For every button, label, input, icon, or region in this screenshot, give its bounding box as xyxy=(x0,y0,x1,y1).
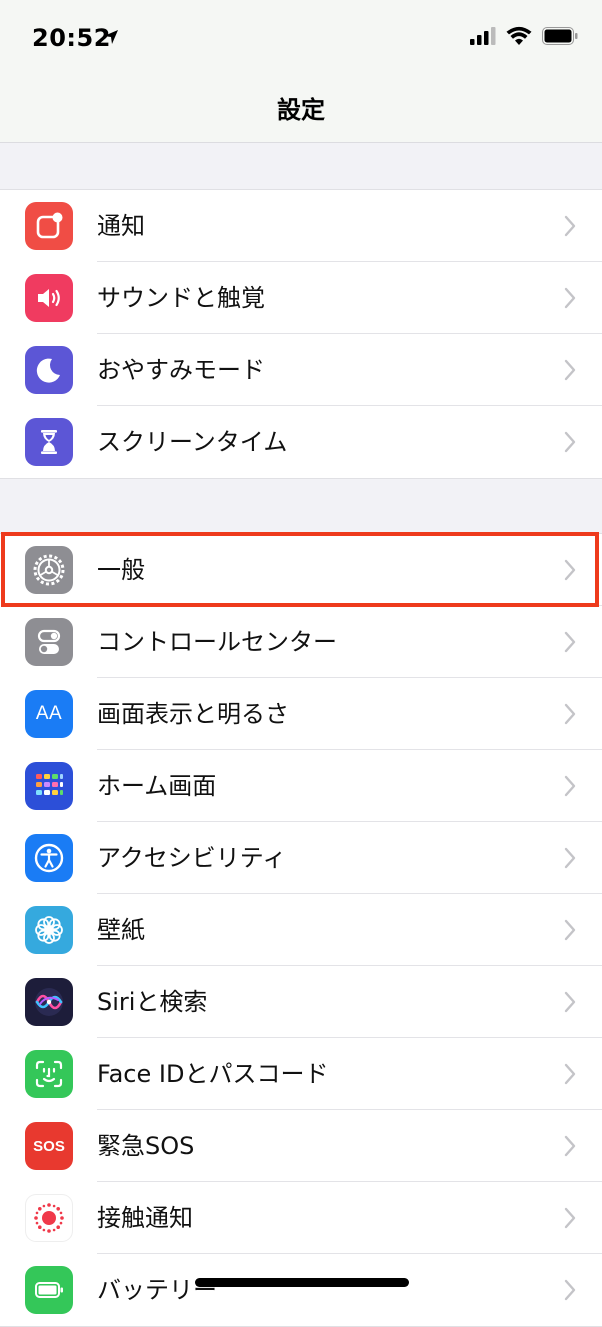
row-label: 画面表示と明るさ xyxy=(97,700,289,728)
row-label: サウンドと触覚 xyxy=(97,284,265,312)
row-display-brightness[interactable]: AA 画面表示と明るさ xyxy=(0,678,602,750)
row-label: コントロールセンター xyxy=(97,628,337,656)
battery-status-icon xyxy=(542,27,578,45)
flower-icon xyxy=(25,906,73,954)
chevron-right-icon xyxy=(564,431,576,453)
chevron-right-icon xyxy=(564,1063,576,1085)
location-arrow-icon xyxy=(104,30,118,44)
row-wallpaper[interactable]: 壁紙 xyxy=(0,894,602,966)
chevron-right-icon xyxy=(564,775,576,797)
toggles-icon xyxy=(25,618,73,666)
row-label: Siriと検索 xyxy=(97,988,208,1016)
notifications-icon xyxy=(25,202,73,250)
row-accessibility[interactable]: アクセシビリティ xyxy=(0,822,602,894)
row-control-center[interactable]: コントロールセンター xyxy=(0,606,602,678)
sounds-icon xyxy=(25,274,73,322)
text-size-icon: AA xyxy=(25,690,73,738)
hourglass-icon xyxy=(25,418,73,466)
row-label: バッテリー xyxy=(97,1276,217,1304)
row-label: アクセシビリティ xyxy=(97,844,287,872)
cellular-signal-icon xyxy=(470,27,496,45)
row-label: Face IDとパスコード xyxy=(97,1060,329,1088)
row-label: スクリーンタイム xyxy=(97,428,288,456)
accessibility-icon xyxy=(25,834,73,882)
chevron-right-icon xyxy=(564,215,576,237)
gear-icon xyxy=(25,546,73,594)
row-label: 接触通知 xyxy=(97,1204,193,1232)
status-time: 20:52 xyxy=(32,24,111,52)
row-sounds-haptics[interactable]: サウンドと触覚 xyxy=(0,262,602,334)
row-label: 一般 xyxy=(97,556,145,584)
row-battery[interactable]: バッテリー xyxy=(0,1254,602,1326)
row-label: おやすみモード xyxy=(97,356,265,384)
chevron-right-icon xyxy=(564,1279,576,1301)
row-label: 壁紙 xyxy=(97,916,145,944)
siri-icon xyxy=(25,978,73,1026)
row-face-id-passcode[interactable]: Face IDとパスコード xyxy=(0,1038,602,1110)
sos-icon: SOS xyxy=(25,1122,73,1170)
chevron-right-icon xyxy=(564,1207,576,1229)
row-label: 通知 xyxy=(97,212,145,240)
row-home-screen[interactable]: ホーム画面 xyxy=(0,750,602,822)
row-general[interactable]: 一般 xyxy=(0,534,602,606)
row-siri-search[interactable]: Siriと検索 xyxy=(0,966,602,1038)
home-indicator[interactable] xyxy=(195,1278,409,1287)
row-label: 緊急SOS xyxy=(97,1132,195,1160)
chevron-right-icon xyxy=(564,559,576,581)
row-emergency-sos[interactable]: SOS 緊急SOS xyxy=(0,1110,602,1182)
settings-group-1: 通知 サウンドと触覚 おやすみモード スクリーンタイム xyxy=(0,189,602,479)
chevron-right-icon xyxy=(564,631,576,653)
chevron-right-icon xyxy=(564,1135,576,1157)
sos-glyph: SOS xyxy=(33,1137,65,1155)
row-notifications[interactable]: 通知 xyxy=(0,190,602,262)
wifi-icon xyxy=(506,26,532,45)
navigation-bar: 設定 xyxy=(0,74,602,143)
battery-icon xyxy=(25,1266,73,1314)
chevron-right-icon xyxy=(564,847,576,869)
settings-group-2: 一般 コントロールセンター AA 画面表示と明るさ ホーム画面 アクセシビリティ… xyxy=(0,533,602,1327)
chevron-right-icon xyxy=(564,287,576,309)
chevron-right-icon xyxy=(564,359,576,381)
status-bar: 20:52 xyxy=(0,0,602,74)
app-grid-icon xyxy=(25,762,73,810)
chevron-right-icon xyxy=(564,919,576,941)
exposure-icon xyxy=(25,1194,73,1242)
face-id-icon xyxy=(25,1050,73,1098)
moon-icon xyxy=(25,346,73,394)
row-do-not-disturb[interactable]: おやすみモード xyxy=(0,334,602,406)
page-title: 設定 xyxy=(277,96,325,124)
text-size-glyph: AA xyxy=(35,703,63,724)
row-screen-time[interactable]: スクリーンタイム xyxy=(0,406,602,478)
row-exposure-notifications[interactable]: 接触通知 xyxy=(0,1182,602,1254)
row-label: ホーム画面 xyxy=(97,772,217,800)
chevron-right-icon xyxy=(564,703,576,725)
chevron-right-icon xyxy=(564,991,576,1013)
